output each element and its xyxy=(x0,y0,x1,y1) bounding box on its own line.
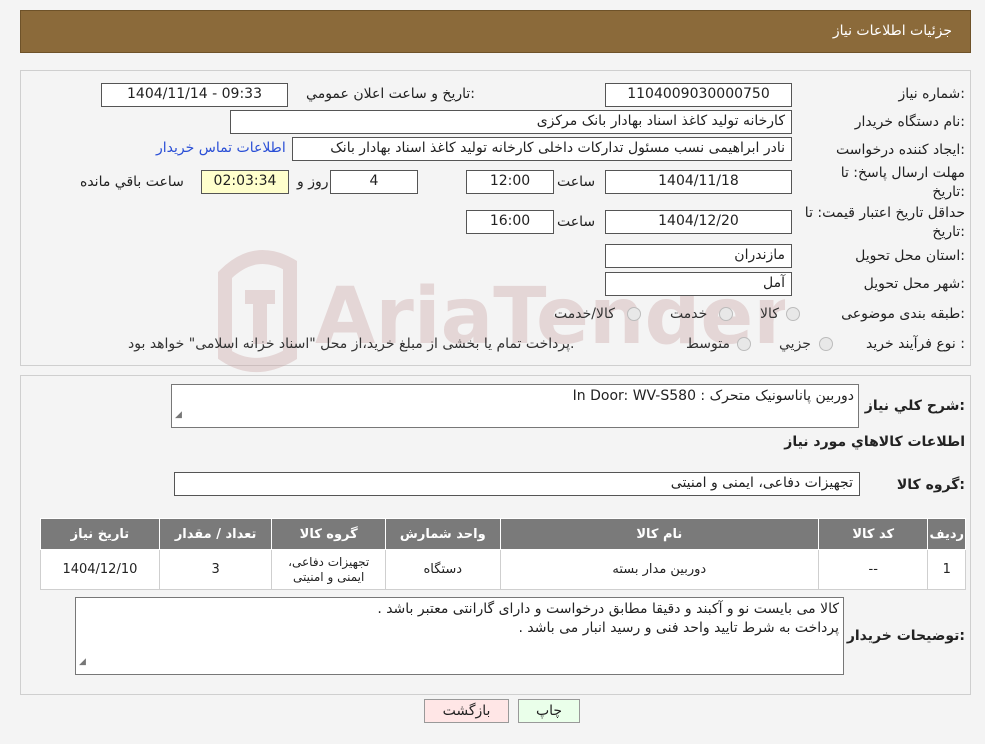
deadline-label-2: تاریخ: xyxy=(932,184,965,200)
cell-group: تجهیزات دفاعی، ایمنی و امنیتی xyxy=(271,549,386,590)
need-number-field: 1104009030000750 xyxy=(605,83,792,107)
process-minor-radio[interactable] xyxy=(819,337,833,351)
cell-row-number: 1 xyxy=(927,549,966,590)
province-field: مازندران xyxy=(605,244,792,268)
validity-time-label: ساعت xyxy=(557,214,596,230)
col-name-header: نام کالا xyxy=(499,518,819,550)
announce-label: تاریخ و ساعت اعلان عمومي: xyxy=(306,86,475,102)
cell-need-date: 1404/12/10 xyxy=(40,549,160,590)
category-goods-option: کالا xyxy=(760,306,779,322)
category-both-radio[interactable] xyxy=(627,307,641,321)
col-row-header: رديف xyxy=(927,518,966,550)
page-header: جزئیات اطلاعات نیاز xyxy=(20,10,971,53)
process-medium-option: متوسط xyxy=(686,336,730,352)
buyer-notes-line-2: پرداخت به شرط تایید واحد فنی و رسید انبا… xyxy=(518,620,840,636)
province-label: استان محل تحویل: xyxy=(855,248,965,264)
process-medium-radio[interactable] xyxy=(737,337,751,351)
col-code-header: کد کالا xyxy=(817,518,929,550)
creator-label: ایجاد کننده درخواست: xyxy=(836,142,965,158)
col-date-header: تاریخ نیاز xyxy=(40,518,160,550)
deadline-time-field: 12:00 xyxy=(466,170,554,194)
summary-label: شرح کلي نياز: xyxy=(864,398,965,414)
category-both-option: کالا/خدمت xyxy=(554,306,615,322)
remaining-time-field: 02:03:34 xyxy=(201,170,289,194)
group-label: گروه کالا: xyxy=(896,477,965,493)
validity-label: حداقل تاریخ اعتبار قیمت: تا xyxy=(804,205,965,221)
group-field: تجهیزات دفاعی، ایمنی و امنیتی xyxy=(174,472,860,496)
col-unit-header: واحد شمارش xyxy=(384,518,501,550)
remaining-label: ساعت باقي مانده xyxy=(80,174,184,190)
cell-item-name: دوربین مدار بسته xyxy=(499,549,819,590)
back-button[interactable]: بازگشت xyxy=(424,699,509,723)
category-label: طبقه بندی موضوعی: xyxy=(841,306,965,322)
process-minor-option: جزیي xyxy=(779,336,811,352)
category-goods-radio[interactable] xyxy=(786,307,800,321)
col-group-header: گروه کالا xyxy=(271,518,386,550)
table-row: 1 -- دوربین مدار بسته دستگاه تجهیزات دفا… xyxy=(40,549,966,590)
process-label: نوع فرآیند خرید : xyxy=(866,336,965,352)
announce-datetime-field: 1404/11/14 - 09:33 xyxy=(101,83,288,107)
buyer-contact-link[interactable]: اطلاعات تماس خریدار xyxy=(156,140,286,156)
col-quantity-header: تعداد / مقدار xyxy=(158,518,273,550)
page-title: جزئیات اطلاعات نیاز xyxy=(832,23,952,39)
summary-text: دوربین پاناسونیک متحرک : In Door: WV-S58… xyxy=(572,388,854,404)
resize-grip-icon[interactable]: ◢ xyxy=(79,653,86,672)
city-field: آمل xyxy=(605,272,792,296)
summary-textarea[interactable]: دوربین پاناسونیک متحرک : In Door: WV-S58… xyxy=(171,384,859,428)
items-table: رديف کد کالا نام کالا واحد شمارش گروه کا… xyxy=(40,518,966,590)
category-service-option: خدمت xyxy=(670,306,708,322)
deadline-label: مهلت ارسال پاسخ: تا xyxy=(840,165,965,181)
resize-grip-icon[interactable]: ◢ xyxy=(175,406,182,425)
category-service-radio[interactable] xyxy=(719,307,733,321)
need-number-label: شماره نیاز: xyxy=(898,86,965,102)
city-label: شهر محل تحویل: xyxy=(863,276,965,292)
days-label: روز و xyxy=(297,174,329,190)
buyer-notes-line-1: کالا می بایست نو و آکبند و دقیقا مطابق د… xyxy=(377,601,839,617)
deadline-time-label: ساعت xyxy=(557,174,596,190)
cell-quantity: 3 xyxy=(158,549,273,590)
cell-unit: دستگاه xyxy=(384,549,501,590)
cell-item-code: -- xyxy=(817,549,929,590)
process-payment-note: پرداخت تمام یا بخشی از مبلغ خرید،از محل … xyxy=(128,336,575,352)
validity-time-field: 16:00 xyxy=(466,210,554,234)
buyer-notes-textarea[interactable]: کالا می بایست نو و آکبند و دقیقا مطابق د… xyxy=(75,597,844,675)
print-button[interactable]: چاپ xyxy=(518,699,580,723)
validity-label-2: تاریخ: xyxy=(932,224,965,240)
days-field: 4 xyxy=(330,170,418,194)
buyer-org-field: کارخانه تولید کاغذ اسناد بهادار بانک مرک… xyxy=(230,110,792,134)
validity-date-field: 1404/12/20 xyxy=(605,210,792,234)
table-header-row: رديف کد کالا نام کالا واحد شمارش گروه کا… xyxy=(40,518,966,550)
buyer-notes-label: توضیحات خریدار: xyxy=(846,628,965,644)
buyer-org-label: نام دستگاه خریدار: xyxy=(854,114,965,130)
deadline-date-field: 1404/11/18 xyxy=(605,170,792,194)
items-section-title: اطلاعات کالاهاي مورد نياز xyxy=(784,434,965,450)
creator-field: نادر ابراهیمی نسب مسئول تدارکات داخلی کا… xyxy=(292,137,792,161)
